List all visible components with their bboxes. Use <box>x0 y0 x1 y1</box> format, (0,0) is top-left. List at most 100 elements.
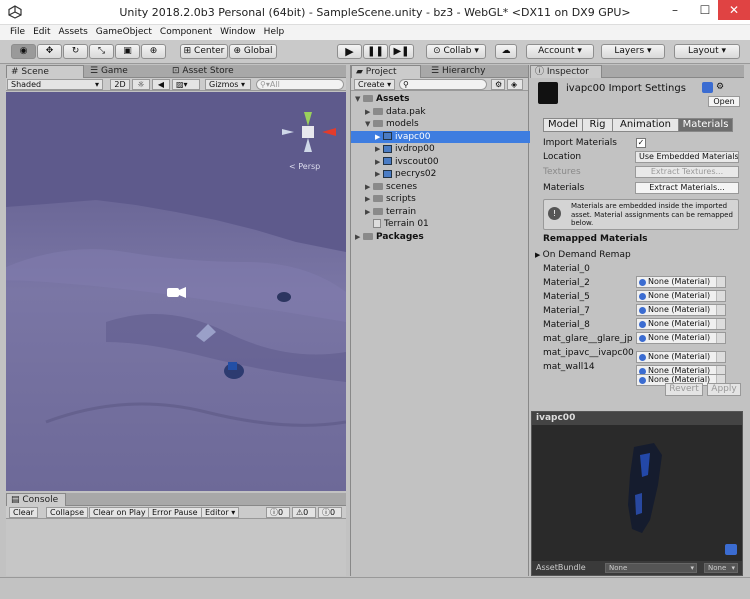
extract-materials-button[interactable]: Extract Materials... <box>635 182 739 194</box>
tab-hierarchy[interactable]: ☰ Hierarchy <box>427 65 489 78</box>
help-icon[interactable] <box>702 82 713 93</box>
tree-item-ivscout00[interactable]: ▶ ivscout00 <box>351 156 530 169</box>
tab-rig[interactable]: Rig <box>582 119 612 131</box>
scale-tool-button[interactable]: ⤡ <box>89 44 114 59</box>
extract-textures-button[interactable]: Extract Textures... <box>635 166 739 178</box>
inspector-tabbar: ⓘ Inspector <box>530 65 744 78</box>
tree-item-packages[interactable]: ▶ Packages <box>351 231 530 244</box>
tab-console[interactable]: ▤ Console <box>6 493 66 506</box>
material-name: Material_5 <box>543 292 590 302</box>
preview-tag-icon[interactable] <box>725 544 737 555</box>
tab-animation[interactable]: Animation <box>612 119 678 131</box>
error-count-toggle[interactable]: ⓘ0 <box>318 507 342 518</box>
minimize-button[interactable]: – <box>660 0 690 20</box>
sun-icon: ☼ <box>137 80 145 89</box>
layout-dropdown[interactable]: Layout ▾ <box>674 44 740 59</box>
scene-viewport[interactable]: < Persp <box>6 92 346 491</box>
menu-gameobject[interactable]: GameObject <box>92 25 156 39</box>
pivot-center-button[interactable]: ⊞ Center <box>180 44 228 59</box>
tree-item-scripts[interactable]: ▶ scripts <box>351 193 530 206</box>
console-collapse-button[interactable]: Collapse <box>46 507 88 518</box>
2d-toggle[interactable]: 2D <box>110 79 130 90</box>
play-button[interactable]: ▶ <box>337 44 362 59</box>
tree-item-pecrys02[interactable]: ▶ pecrys02 <box>351 168 530 181</box>
close-button[interactable]: ✕ <box>718 0 750 20</box>
tree-item-terrain-01[interactable]: Terrain 01 <box>351 218 530 231</box>
model-preview[interactable] <box>532 425 742 561</box>
project-create-dropdown[interactable]: Create ▾ <box>354 79 396 90</box>
console-clear-on-play-button[interactable]: Clear on Play <box>89 507 150 518</box>
console-error-pause-button[interactable]: Error Pause <box>148 507 202 518</box>
cloud-button[interactable]: ☁ <box>495 44 517 59</box>
menu-component[interactable]: Component <box>156 25 216 39</box>
maximize-button[interactable]: ☐ <box>690 0 720 20</box>
rect-tool-button[interactable]: ▣ <box>115 44 140 59</box>
tab-game[interactable]: ☰ Game <box>86 65 132 78</box>
tree-item-ivdrop00[interactable]: ▶ ivdrop00 <box>351 143 530 156</box>
console-editor-dropdown[interactable]: Editor ▾ <box>201 507 240 518</box>
menu-help[interactable]: Help <box>260 25 289 39</box>
project-search-input[interactable]: ⚲ <box>399 79 487 90</box>
preview-title: ivapc00 <box>532 412 742 425</box>
collab-button[interactable]: ⊙ Collab ▾ <box>426 44 486 59</box>
tree-item-scenes[interactable]: ▶ scenes <box>351 181 530 194</box>
tree-item-ivapc00[interactable]: ▶ ivapc00 <box>351 130 530 143</box>
error-icon: ⓘ <box>322 508 330 517</box>
gizmos-dropdown[interactable]: Gizmos ▾ <box>205 79 251 90</box>
effects-dropdown[interactable]: ▨▾ <box>172 79 200 90</box>
menu-assets[interactable]: Assets <box>55 25 92 39</box>
tree-item-data-pak[interactable]: ▶ data.pak <box>351 106 530 119</box>
menu-edit[interactable]: Edit <box>29 25 54 39</box>
material-name: Material_0 <box>543 264 590 274</box>
tab-materials[interactable]: Materials <box>678 119 732 131</box>
tab-inspector[interactable]: ⓘ Inspector <box>530 65 602 78</box>
transform-tool-button[interactable]: ⊕ <box>141 44 166 59</box>
lighting-toggle[interactable]: ☼ <box>132 79 150 90</box>
tab-scene[interactable]: # Scene <box>6 65 84 78</box>
log-count-toggle[interactable]: ⓘ0 <box>266 507 290 518</box>
scale-icon: ⤡ <box>97 46 106 56</box>
layers-dropdown[interactable]: Layers ▾ <box>601 44 665 59</box>
tree-item-assets[interactable]: ▼ Assets <box>351 93 530 106</box>
account-dropdown[interactable]: Account ▾ <box>526 44 594 59</box>
import-materials-checkbox[interactable]: ✓ <box>636 138 646 148</box>
settings-icon[interactable]: ⚙ <box>716 82 724 92</box>
menu-window[interactable]: Window <box>216 25 260 39</box>
revert-button[interactable]: Revert <box>665 383 703 396</box>
assetbundle-dropdown[interactable]: None ▾ <box>605 563 697 573</box>
collapse-arrow-icon: ▶ <box>535 251 543 259</box>
tab-project[interactable]: ▰ Project <box>351 65 421 78</box>
console-log-area[interactable] <box>6 519 346 576</box>
collapse-arrow-icon: ▶ <box>365 182 371 191</box>
global-button[interactable]: ⊕ Global <box>229 44 277 59</box>
tree-item-models[interactable]: ▼ models <box>351 118 530 131</box>
apply-button[interactable]: Apply <box>707 383 741 396</box>
move-tool-button[interactable]: ✥ <box>37 44 62 59</box>
hand-tool-button[interactable]: ◉ <box>11 44 36 59</box>
console-clear-button[interactable]: Clear <box>9 507 38 518</box>
tab-model[interactable]: Model <box>544 119 582 131</box>
step-button[interactable]: ▶❚ <box>389 44 414 59</box>
store-tab-icon: ⊡ <box>172 66 180 76</box>
persp-label[interactable]: < Persp <box>289 162 320 171</box>
rotate-icon: ↻ <box>71 46 80 56</box>
audio-toggle[interactable]: ◀ <box>152 79 170 90</box>
terrain-render <box>6 92 346 491</box>
tree-item-terrain[interactable]: ▶ terrain <box>351 206 530 219</box>
assetbundle-variant-dropdown[interactable]: None ▾ <box>704 563 738 573</box>
pause-button[interactable]: ❚❚ <box>363 44 388 59</box>
tab-asset-store[interactable]: ⊡ Asset Store <box>168 65 238 78</box>
on-demand-remap-foldout[interactable]: ▶ On Demand Remap <box>535 250 631 260</box>
filter-label-button[interactable]: ◈ <box>507 79 523 90</box>
shading-mode-dropdown[interactable]: Shaded ▾ <box>7 79 103 90</box>
material-row: Material_2 None (Material) <box>543 277 739 302</box>
open-button[interactable]: Open <box>708 96 740 107</box>
rotate-tool-button[interactable]: ↻ <box>63 44 88 59</box>
scene-search-input[interactable]: ⚲▾All <box>256 79 344 90</box>
model-icon <box>383 157 392 165</box>
location-dropdown[interactable]: Use Embedded Materials <box>635 151 739 163</box>
warning-count-toggle[interactable]: ⚠0 <box>292 507 316 518</box>
menu-file[interactable]: File <box>6 25 29 39</box>
filter-type-button[interactable]: ⚙ <box>491 79 505 90</box>
audio-icon: ◀ <box>157 80 165 89</box>
